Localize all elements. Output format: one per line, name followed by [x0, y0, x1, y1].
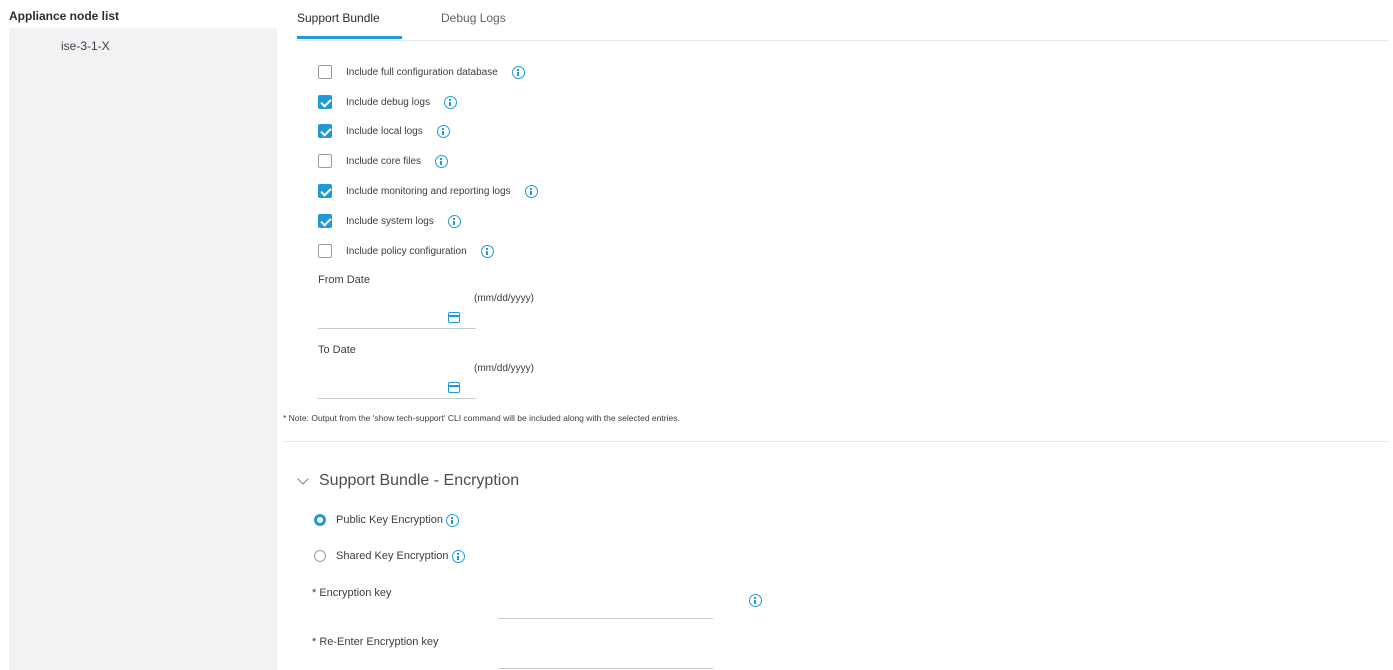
- checkbox-full-config-db[interactable]: [318, 65, 332, 79]
- checkbox-monitoring-reporting-logs[interactable]: [318, 184, 332, 198]
- option-label: Include full configuration database: [346, 66, 498, 78]
- info-icon[interactable]: [447, 214, 461, 228]
- sidebar: Appliance node list ise-3-1-X: [0, 0, 277, 670]
- node-item-ise[interactable]: ise-3-1-X: [61, 39, 110, 53]
- encryption-key-label: * Encryption key: [312, 587, 392, 599]
- encryption-section-title: Support Bundle - Encryption: [319, 472, 520, 489]
- option-shared-key-encryption: Shared Key Encryption: [314, 547, 465, 565]
- from-date-input[interactable]: [318, 304, 476, 329]
- option-label: Include debug logs: [346, 96, 430, 108]
- option-full-config-db: Include full configuration database: [318, 63, 525, 81]
- info-icon[interactable]: [511, 65, 525, 79]
- option-label: Include system logs: [346, 215, 434, 227]
- option-label: Include monitoring and reporting logs: [346, 185, 511, 197]
- option-system-logs: Include system logs: [318, 212, 461, 230]
- option-label: Include core files: [346, 155, 422, 167]
- checkbox-debug-logs[interactable]: [318, 95, 332, 109]
- from-date-label: From Date: [318, 274, 370, 286]
- checkbox-core-files[interactable]: [318, 154, 332, 168]
- option-monitoring-reporting-logs: Include monitoring and reporting logs: [318, 182, 538, 200]
- reenter-encryption-key-label: * Re-Enter Encryption key: [312, 636, 439, 648]
- calendar-icon[interactable]: [448, 312, 460, 323]
- radio-label: Shared Key Encryption: [336, 550, 449, 562]
- encryption-section-header[interactable]: Support Bundle - Encryption: [297, 472, 520, 490]
- checkbox-local-logs[interactable]: [318, 124, 332, 138]
- main-panel: Support Bundle Debug Logs Include full c…: [277, 0, 1393, 670]
- appliance-node-list: ise-3-1-X: [9, 28, 277, 670]
- option-public-key-encryption: Public Key Encryption: [314, 511, 459, 529]
- option-label: Include local logs: [346, 125, 423, 137]
- encryption-key-input[interactable]: [499, 598, 713, 619]
- to-date-input[interactable]: [318, 374, 476, 399]
- option-core-files: Include core files: [318, 152, 449, 170]
- tech-support-note: * Note: Output from the 'show tech-suppo…: [283, 413, 680, 423]
- info-icon[interactable]: [446, 513, 459, 527]
- radio-label: Public Key Encryption: [336, 514, 443, 526]
- info-icon[interactable]: [443, 95, 457, 109]
- info-icon[interactable]: [749, 594, 762, 607]
- tab-support-bundle[interactable]: Support Bundle: [297, 11, 402, 39]
- option-label: Include policy configuration: [346, 245, 467, 257]
- info-icon[interactable]: [435, 154, 449, 168]
- info-icon[interactable]: [436, 124, 450, 138]
- chevron-down-icon: [297, 473, 309, 485]
- radio-public-key-encryption[interactable]: [314, 514, 326, 526]
- checkbox-system-logs[interactable]: [318, 214, 332, 228]
- radio-shared-key-encryption[interactable]: [314, 550, 326, 562]
- info-icon[interactable]: [451, 549, 465, 563]
- checkbox-policy-configuration[interactable]: [318, 244, 332, 258]
- tab-debug-logs[interactable]: Debug Logs: [441, 11, 506, 36]
- option-local-logs: Include local logs: [318, 122, 450, 140]
- reenter-encryption-key-input[interactable]: [499, 648, 713, 669]
- tab-bar: Support Bundle Debug Logs: [295, 0, 1389, 41]
- sidebar-title: Appliance node list: [9, 9, 120, 23]
- from-date-format: (mm/dd/yyyy): [474, 293, 534, 304]
- info-icon[interactable]: [524, 184, 538, 198]
- info-icon[interactable]: [480, 244, 494, 258]
- option-debug-logs: Include debug logs: [318, 93, 457, 111]
- calendar-icon[interactable]: [448, 382, 460, 393]
- to-date-label: To Date: [318, 344, 356, 356]
- section-divider: [283, 441, 1389, 442]
- option-policy-configuration: Include policy configuration: [318, 242, 494, 260]
- to-date-format: (mm/dd/yyyy): [474, 363, 534, 374]
